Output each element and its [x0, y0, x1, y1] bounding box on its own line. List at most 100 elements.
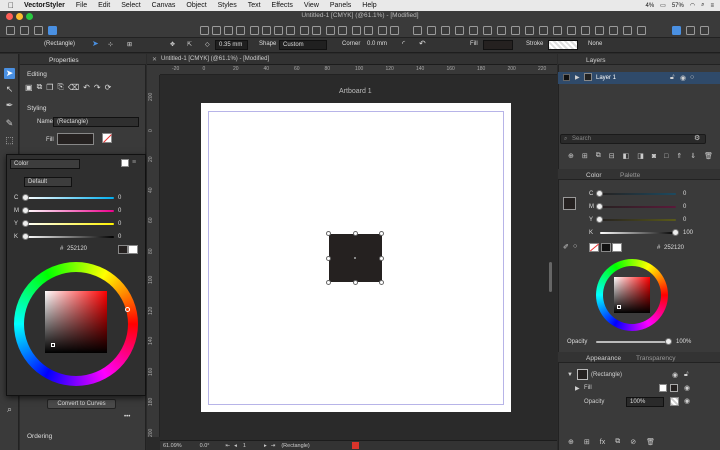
- name-field[interactable]: (Rectangle): [53, 117, 139, 127]
- layer-row[interactable]: [558, 72, 720, 84]
- panel-y-value[interactable]: 0: [683, 217, 686, 223]
- panel-opacity-knob[interactable]: [665, 338, 672, 345]
- snapping-icon[interactable]: [413, 26, 422, 35]
- panel-m-knob[interactable]: [596, 203, 603, 210]
- corner-field[interactable]: 0.0 mm: [364, 40, 388, 50]
- popover-c-value[interactable]: 0: [118, 195, 121, 201]
- stroke-none-swatch[interactable]: [102, 133, 112, 143]
- flip-vertical-icon[interactable]: [338, 26, 347, 35]
- layer-expand-icon[interactable]: ▶: [575, 74, 580, 81]
- fill-swatch[interactable]: [483, 40, 513, 50]
- layer-lock-icon[interactable]: 🔓︎: [670, 74, 675, 82]
- glyphs-icon[interactable]: [595, 26, 604, 35]
- duplicate-icon[interactable]: ⧉: [37, 82, 43, 92]
- delete-appearance-icon[interactable]: 🗑︎: [646, 438, 655, 446]
- crop-icon[interactable]: [539, 26, 548, 35]
- zoom-tool-icon[interactable]: ⌕: [4, 404, 15, 415]
- more-options-icon[interactable]: •••: [124, 414, 130, 420]
- character-icon[interactable]: [581, 26, 590, 35]
- boolean-subtract-icon[interactable]: [262, 26, 271, 35]
- zoom-level[interactable]: 61.09%: [163, 443, 182, 449]
- appearance-visibility-icon[interactable]: ◉: [672, 371, 678, 379]
- layer-down-icon[interactable]: ⇓: [690, 152, 696, 160]
- convert-to-curves-button[interactable]: Convert to Curves: [47, 399, 116, 409]
- width-icon[interactable]: [469, 26, 478, 35]
- pointer-tool-icon[interactable]: ➤: [4, 68, 15, 79]
- popover-m-knob[interactable]: [22, 207, 29, 214]
- handle-top-right[interactable]: [379, 231, 384, 236]
- node-tool-icon[interactable]: ⊹: [108, 41, 113, 48]
- handle-bottom-right[interactable]: [379, 280, 384, 285]
- export-icon[interactable]: [623, 26, 632, 35]
- transform-options-icon[interactable]: ⊞: [127, 41, 132, 48]
- handle-bottom-left[interactable]: [326, 280, 331, 285]
- add-effect-icon[interactable]: fx: [600, 439, 605, 446]
- close-tab-icon[interactable]: ✕: [152, 56, 157, 63]
- color-mode-select[interactable]: Color: [10, 159, 80, 169]
- appearance-opacity-field[interactable]: 100%: [626, 397, 664, 407]
- size-icon[interactable]: ⇱: [187, 41, 192, 48]
- flip-horizontal-icon[interactable]: [326, 26, 335, 35]
- new-icon[interactable]: ▣: [25, 83, 33, 92]
- lock-icon[interactable]: [352, 26, 361, 35]
- fill-expand-icon[interactable]: ▶: [575, 385, 580, 392]
- handle-top-left[interactable]: [326, 231, 331, 236]
- menu-canvas[interactable]: Canvas: [152, 2, 176, 9]
- symbol-icon[interactable]: [497, 26, 506, 35]
- appearance-fill-mode-icon[interactable]: [659, 384, 667, 392]
- properties-tab[interactable]: Properties: [49, 57, 79, 67]
- layers-tab[interactable]: Layers: [586, 57, 606, 64]
- paste-icon[interactable]: ⎘: [57, 82, 63, 92]
- boolean-exclude-icon[interactable]: [286, 26, 295, 35]
- share-icon[interactable]: [637, 26, 646, 35]
- menu-app-name[interactable]: VectorStyler: [24, 2, 65, 9]
- panel-white-swatch[interactable]: [612, 243, 622, 252]
- menu-file[interactable]: File: [76, 2, 87, 9]
- transform-icon[interactable]: [455, 26, 464, 35]
- effects-icon[interactable]: [511, 26, 520, 35]
- duplicate-appearance-icon[interactable]: ⧉: [615, 438, 620, 446]
- stroke-swatch[interactable]: [548, 40, 578, 50]
- layer-camera-icon[interactable]: ◙: [652, 153, 656, 160]
- status-color-indicator[interactable]: [351, 442, 359, 449]
- search-menubar-icon[interactable]: ⌕: [701, 2, 704, 9]
- panels-toggle-icon[interactable]: [672, 26, 681, 35]
- document-tab[interactable]: Untitled-1 [CMYK] (@61.1%) - [Modified]: [161, 56, 269, 62]
- layer-mask-icon[interactable]: ◧: [623, 152, 630, 160]
- menu-panels[interactable]: Panels: [330, 2, 351, 9]
- transparency-tab[interactable]: Transparency: [636, 355, 676, 362]
- pen-tool-icon[interactable]: ✒: [4, 100, 15, 111]
- menu-object[interactable]: Object: [186, 2, 206, 9]
- corner-style-icon[interactable]: ↶: [419, 39, 426, 48]
- undo-icon[interactable]: ↶: [83, 83, 90, 92]
- merge-layer-icon[interactable]: ⊟: [609, 152, 615, 160]
- popover-k-slider[interactable]: [26, 236, 114, 238]
- menu-edit[interactable]: Edit: [98, 2, 110, 9]
- boolean-intersect-icon[interactable]: [274, 26, 283, 35]
- position-icon[interactable]: ✥: [170, 41, 175, 48]
- appearance-fill-visibility-icon[interactable]: ◉: [684, 384, 690, 392]
- layer-clip-icon[interactable]: ◨: [637, 152, 644, 160]
- appearance-tab[interactable]: Appearance: [586, 355, 621, 362]
- palette-tab[interactable]: Palette: [620, 172, 640, 179]
- panel-c-knob[interactable]: [596, 190, 603, 197]
- popover-color-picker-marker[interactable]: [51, 343, 55, 347]
- handle-right[interactable]: [379, 256, 384, 261]
- arrange-back-icon[interactable]: [312, 26, 321, 35]
- panel-none-swatch[interactable]: [589, 243, 600, 252]
- brush-tool-icon[interactable]: ✎: [4, 118, 15, 129]
- new-layer-icon[interactable]: ⊕: [568, 152, 574, 160]
- panel-c-slider[interactable]: [600, 193, 676, 195]
- group-icon[interactable]: [224, 26, 233, 35]
- layer-white-icon[interactable]: □: [664, 153, 668, 160]
- popover-m-slider[interactable]: [26, 210, 114, 212]
- color-panel-fill-swatch[interactable]: [563, 197, 576, 210]
- corner-radius-icon[interactable]: ◜: [402, 39, 405, 48]
- table-icon[interactable]: [609, 26, 618, 35]
- layer-name[interactable]: Layer 1: [596, 75, 616, 81]
- popover-previous-swatch[interactable]: [128, 245, 138, 254]
- boolean-union-icon[interactable]: [250, 26, 259, 35]
- marquee-tool-icon[interactable]: ⬚: [4, 135, 15, 146]
- save-document-icon[interactable]: [48, 26, 57, 35]
- popover-y-slider[interactable]: [26, 223, 114, 225]
